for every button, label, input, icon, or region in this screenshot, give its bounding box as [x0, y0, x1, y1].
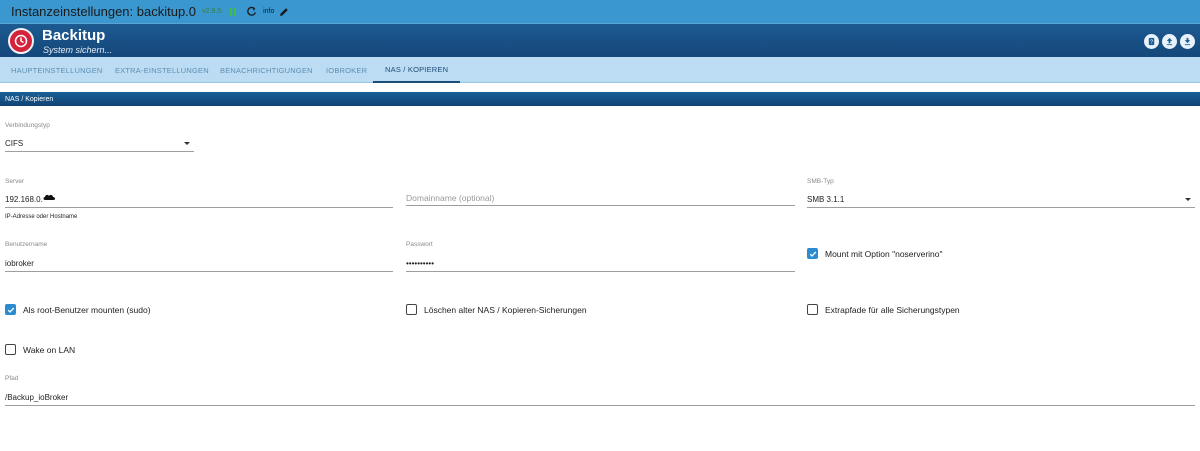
path-input[interactable]: /Backup_ioBroker: [5, 390, 1195, 406]
extra-paths-label: Extrapfade für alle Sicherungstypen: [825, 304, 960, 315]
tab-nas-copy[interactable]: NAS / KOPIEREN: [373, 57, 461, 83]
instance-title: Instanzeinstellungen: backitup.0: [11, 4, 197, 19]
extra-paths-checkbox[interactable]: Extrapfade für alle Sicherungstypen: [807, 304, 960, 315]
backitup-logo-icon: [8, 28, 34, 54]
upload-icon: [1166, 37, 1173, 46]
domain-placeholder: Domainname (optional): [406, 193, 495, 203]
adapter-header: Backitup System sichern... ?: [0, 23, 1200, 57]
adapter-name: Backitup: [42, 27, 106, 44]
download-icon: [1184, 37, 1191, 46]
domain-input[interactable]: Domainname (optional): [406, 190, 795, 206]
help-button[interactable]: ?: [1144, 34, 1159, 49]
download-button[interactable]: [1180, 34, 1195, 49]
svg-text:?: ?: [1150, 39, 1153, 45]
connection-type-select[interactable]: CIFS: [5, 136, 194, 152]
checkbox-empty-icon: [406, 304, 417, 315]
checkbox-empty-icon: [5, 344, 16, 355]
path-value: /Backup_ioBroker: [5, 393, 69, 402]
wake-on-lan-checkbox[interactable]: Wake on LAN: [5, 344, 75, 355]
noserverino-label: Mount mit Option "noserverino": [825, 248, 943, 259]
checkbox-checked-icon: [5, 304, 16, 315]
checkbox-empty-icon: [807, 304, 818, 315]
tab-notifications[interactable]: BENACHRICHTIGUNGEN: [220, 57, 326, 83]
dropdown-arrow-icon: [1185, 198, 1191, 201]
password-value: ••••••••••: [406, 259, 435, 268]
sudo-label: Als root-Benutzer mounten (sudo): [23, 304, 151, 315]
settings-tabs: HAUPTEINSTELLUNGEN EXTRA-EINSTELLUNGEN B…: [0, 57, 1200, 83]
sudo-checkbox[interactable]: Als root-Benutzer mounten (sudo): [5, 304, 151, 315]
smb-type-label: SMB-Typ: [807, 178, 834, 185]
reload-icon[interactable]: [245, 6, 257, 18]
tab-iobroker[interactable]: IOBROKER: [326, 57, 373, 83]
username-label: Benutzername: [5, 241, 48, 248]
edit-pencil-icon[interactable]: [278, 6, 290, 18]
smb-type-value: SMB 3.1.1: [807, 195, 845, 204]
password-label: Passwort: [406, 241, 433, 248]
section-header: NAS / Kopieren: [0, 92, 1200, 106]
server-helper-text: IP-Adresse oder Hostname: [5, 214, 78, 220]
noserverino-checkbox[interactable]: Mount mit Option "noserverino": [807, 248, 943, 259]
help-book-icon: ?: [1148, 37, 1155, 45]
smb-type-select[interactable]: SMB 3.1.1: [807, 192, 1195, 208]
connection-type-label: Verbindungstyp: [5, 122, 50, 129]
delete-old-backups-checkbox[interactable]: Löschen alter NAS / Kopieren-Sicherungen: [406, 304, 587, 315]
section-title: NAS / Kopieren: [5, 95, 54, 103]
server-value: 192.168.0.: [5, 195, 43, 204]
dropdown-arrow-icon: [184, 142, 190, 145]
username-value: iobroker: [5, 259, 34, 268]
pause-icon[interactable]: [227, 6, 239, 18]
upload-button[interactable]: [1162, 34, 1177, 49]
connection-type-value: CIFS: [5, 139, 24, 148]
tab-main-settings[interactable]: HAUPTEINSTELLUNGEN: [11, 57, 115, 83]
tab-extra-settings[interactable]: EXTRA-EINSTELLUNGEN: [115, 57, 220, 83]
checkbox-checked-icon: [807, 248, 818, 259]
version-label: v2.9.5: [202, 8, 222, 15]
delete-old-backups-label: Löschen alter NAS / Kopieren-Sicherungen: [424, 304, 587, 315]
wake-on-lan-label: Wake on LAN: [23, 344, 76, 355]
info-label: info: [263, 8, 275, 15]
server-input[interactable]: 192.168.0.: [5, 192, 393, 208]
redaction-blot-icon: [43, 194, 56, 200]
adapter-subtitle: System sichern...: [43, 45, 113, 55]
path-label: Pfad: [5, 375, 19, 382]
username-input[interactable]: iobroker: [5, 256, 393, 272]
instance-settings-bar: Instanzeinstellungen: backitup.0 v2.9.5 …: [0, 0, 1200, 23]
server-label: Server: [5, 178, 25, 185]
password-input[interactable]: ••••••••••: [406, 256, 795, 272]
